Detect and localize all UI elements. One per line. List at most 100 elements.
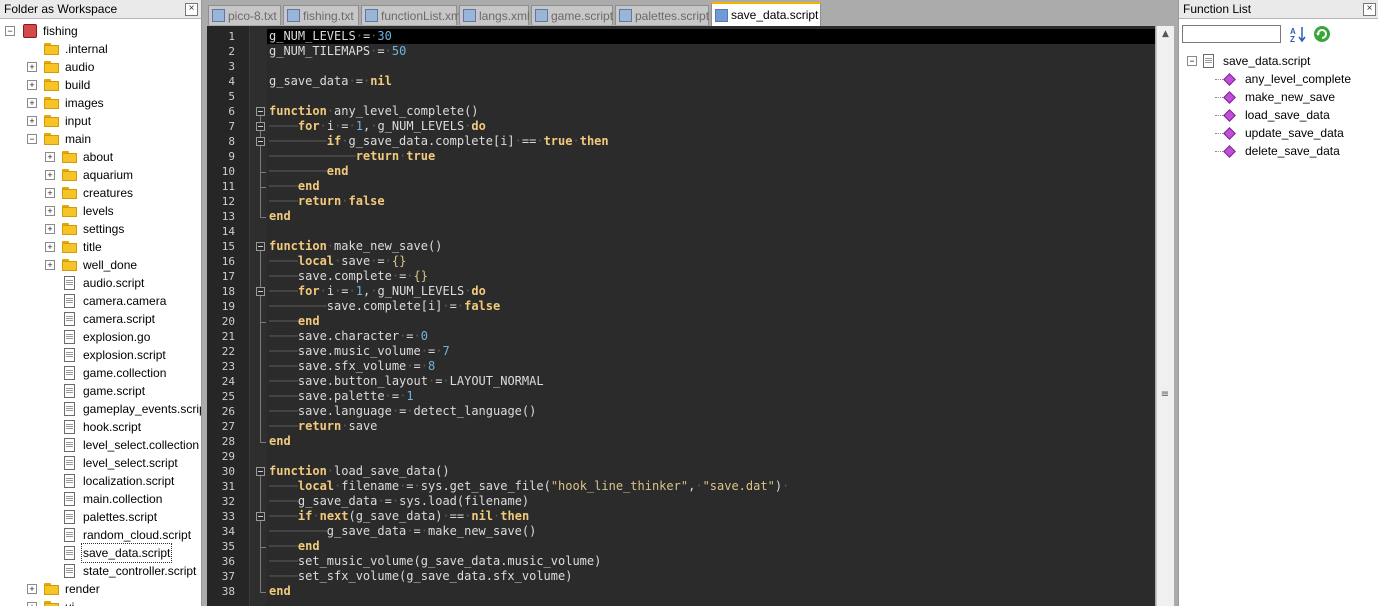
- fold-toggle-icon[interactable]: [256, 467, 265, 476]
- code-line[interactable]: ────local·save·=·{}: [269, 254, 406, 269]
- function-search-input[interactable]: [1182, 25, 1281, 43]
- expand-icon[interactable]: +: [27, 80, 37, 90]
- refresh-icon[interactable]: [1313, 25, 1331, 43]
- tree-file-item[interactable]: explosion.script: [0, 346, 201, 364]
- tab-fishing-txt[interactable]: fishing.txt: [283, 5, 359, 25]
- tree-file-item[interactable]: level_select.script: [0, 454, 201, 472]
- tree-folder-item[interactable]: + render: [0, 580, 201, 598]
- fold-toggle-icon[interactable]: [256, 107, 265, 116]
- code-line[interactable]: ────────g_save_data·=·make_new_save(): [269, 524, 536, 539]
- tree-folder-item[interactable]: − main: [0, 130, 201, 148]
- code-line[interactable]: function·make_new_save(): [269, 239, 442, 254]
- tree-folder-item[interactable]: + ui: [0, 598, 201, 606]
- tree-file-item[interactable]: game.collection: [0, 364, 201, 382]
- expand-icon[interactable]: +: [27, 62, 37, 72]
- code-line[interactable]: ────local·filename·=·sys.get_save_file("…: [269, 479, 789, 494]
- code-line[interactable]: ────return·save: [269, 419, 377, 434]
- tree-file-item[interactable]: hook.script: [0, 418, 201, 436]
- tab-langs-xml[interactable]: langs.xml: [459, 5, 530, 25]
- code-line[interactable]: end: [269, 209, 291, 224]
- tree-folder-item[interactable]: + settings: [0, 220, 201, 238]
- code-editor[interactable]: 1 2 3 4 5 6 7 8 9 10 11 12 13 14 15 16 17 18 19 20 21 22 23 24 2…: [207, 26, 1155, 606]
- tree-file-item[interactable]: state_controller.script: [0, 562, 201, 580]
- tree-file-item[interactable]: localization.script: [0, 472, 201, 490]
- code-line[interactable]: ────for·i·=·1,·g_NUM_LEVELS·do: [269, 284, 486, 299]
- code-line[interactable]: function·any_level_complete(): [269, 104, 479, 119]
- code-line[interactable]: ────g_save_data·=·sys.load(filename): [269, 494, 529, 509]
- code-line[interactable]: ────set_music_volume(g_save_data.music_v…: [269, 554, 601, 569]
- code-line[interactable]: ────set_sfx_volume(g_save_data.sfx_volum…: [269, 569, 572, 584]
- tree-file-item[interactable]: random_cloud.script: [0, 526, 201, 544]
- close-icon[interactable]: ×: [1363, 3, 1376, 16]
- tree-file-item[interactable]: save_data.script: [0, 543, 201, 563]
- code-line[interactable]: ────save.music_volume·=·7: [269, 344, 450, 359]
- fold-toggle-icon[interactable]: [256, 512, 265, 521]
- tree-file-item[interactable]: explosion.go: [0, 328, 201, 346]
- scroll-grip-icon[interactable]: ≡: [1160, 390, 1170, 400]
- code-line[interactable]: ────save.complete·=·{}: [269, 269, 428, 284]
- tree-file-item[interactable]: level_select.collection: [0, 436, 201, 454]
- tree-file-item[interactable]: camera.script: [0, 310, 201, 328]
- code-line[interactable]: ────────────return·true: [269, 149, 435, 164]
- tree-folder-item[interactable]: + input: [0, 112, 201, 130]
- tree-file-item[interactable]: game.script: [0, 382, 201, 400]
- code-line[interactable]: ────return·false: [269, 194, 385, 209]
- expand-icon[interactable]: +: [45, 170, 55, 180]
- expand-icon[interactable]: +: [45, 242, 55, 252]
- close-icon[interactable]: ×: [185, 3, 198, 16]
- tree-file-item[interactable]: gameplay_events.script: [0, 400, 201, 418]
- code-line[interactable]: ────save.character·=·0: [269, 329, 428, 344]
- tab-save-data-script[interactable]: save_data.script: [711, 2, 821, 26]
- code-line[interactable]: function·load_save_data(): [269, 464, 450, 479]
- collapse-icon[interactable]: −: [27, 134, 37, 144]
- tree-folder-item[interactable]: + about: [0, 148, 201, 166]
- code-line[interactable]: ────────if·g_save_data.complete[i]·==·tr…: [269, 134, 609, 149]
- code-line[interactable]: ────save.sfx_volume·=·8: [269, 359, 435, 374]
- tree-folder-item[interactable]: + build: [0, 76, 201, 94]
- collapse-icon[interactable]: −: [1187, 56, 1197, 66]
- code-line[interactable]: g_NUM_LEVELS·=·30: [269, 29, 392, 44]
- fold-toggle-icon[interactable]: [256, 242, 265, 251]
- vertical-scrollbar[interactable]: ▲ ≡: [1156, 26, 1174, 606]
- expand-icon[interactable]: +: [45, 206, 55, 216]
- tab-game-script[interactable]: game.script: [531, 5, 613, 25]
- tree-file-item[interactable]: camera.camera: [0, 292, 201, 310]
- tree-file-item[interactable]: main.collection: [0, 490, 201, 508]
- tree-folder-item[interactable]: + audio: [0, 58, 201, 76]
- scroll-up-icon[interactable]: ▲: [1157, 26, 1174, 43]
- code-line[interactable]: ────save.palette·=·1: [269, 389, 414, 404]
- expand-icon[interactable]: +: [27, 98, 37, 108]
- code-line[interactable]: ────end: [269, 539, 320, 554]
- tab-functionlist-xml[interactable]: functionList.xml: [361, 5, 464, 25]
- code-line[interactable]: g_NUM_TILEMAPS·=·50: [269, 44, 406, 59]
- collapse-icon[interactable]: −: [5, 26, 15, 36]
- code-line[interactable]: ────save.button_layout·=·LAYOUT_NORMAL: [269, 374, 544, 389]
- code-line[interactable]: ────if·next(g_save_data)·==·nil·then: [269, 509, 529, 524]
- expand-icon[interactable]: +: [27, 602, 37, 606]
- code-line[interactable]: ────for·i·=·1,·g_NUM_LEVELS·do: [269, 119, 486, 134]
- code-line[interactable]: end: [269, 584, 291, 599]
- tree-folder-item[interactable]: + title: [0, 238, 201, 256]
- tree-folder-item[interactable]: .internal: [0, 40, 201, 58]
- code-line[interactable]: ────save.language·=·detect_language(): [269, 404, 536, 419]
- tab-pico-8-txt[interactable]: pico-8.txt: [208, 5, 281, 25]
- code-line[interactable]: ────────end: [269, 164, 348, 179]
- expand-icon[interactable]: +: [27, 584, 37, 594]
- sort-az-icon[interactable]: A Z: [1289, 25, 1307, 44]
- fold-toggle-icon[interactable]: [256, 122, 265, 131]
- tree-folder-item[interactable]: + well_done: [0, 256, 201, 274]
- tree-folder-item[interactable]: + aquarium: [0, 166, 201, 184]
- code-line[interactable]: ────────save.complete[i]·=·false: [269, 299, 500, 314]
- expand-icon[interactable]: +: [27, 116, 37, 126]
- tree-folder-item[interactable]: + images: [0, 94, 201, 112]
- tab-palettes-script[interactable]: palettes.script: [615, 5, 709, 25]
- code-line[interactable]: g_save_data·=·nil: [269, 74, 392, 89]
- code-line[interactable]: ────end: [269, 179, 320, 194]
- tree-folder-item[interactable]: + levels: [0, 202, 201, 220]
- code-line[interactable]: end: [269, 434, 291, 449]
- tree-file-item[interactable]: palettes.script: [0, 508, 201, 526]
- fold-toggle-icon[interactable]: [256, 287, 265, 296]
- tree-folder-item[interactable]: − fishing: [0, 22, 201, 40]
- code-line[interactable]: ────end: [269, 314, 320, 329]
- expand-icon[interactable]: +: [45, 152, 55, 162]
